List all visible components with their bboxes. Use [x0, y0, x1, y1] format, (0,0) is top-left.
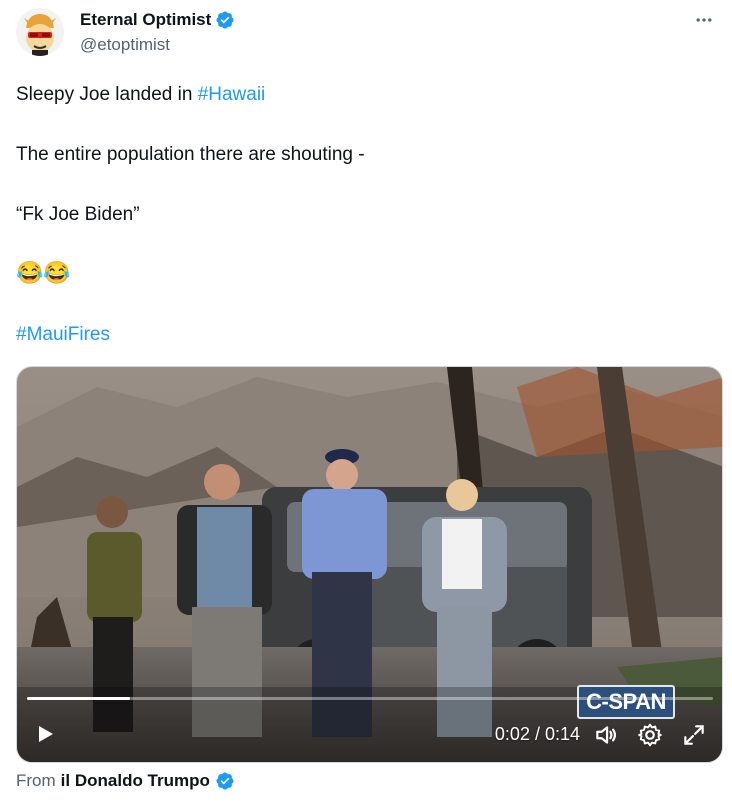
- video-time-display: 0:02 / 0:14: [494, 724, 580, 744]
- video-controls: 0:02 / 0:14: [17, 710, 722, 762]
- tweet-line-1-text: Sleepy Joe landed in: [16, 84, 198, 105]
- video-progress-fill: [27, 697, 130, 700]
- tweet-header: Eternal Optimist @etoptimist: [16, 6, 716, 62]
- avatar[interactable]: [16, 8, 64, 56]
- video-attribution: From il Donaldo Trumpo: [16, 771, 235, 791]
- hashtag-mauifires-link[interactable]: #MauiFires: [16, 322, 110, 348]
- verified-badge-icon: [215, 771, 235, 791]
- tweet-line-1: Sleepy Joe landed in #Hawaii: [16, 82, 265, 108]
- fullscreen-icon[interactable]: [681, 722, 707, 748]
- author-display-name[interactable]: Eternal Optimist: [80, 10, 211, 30]
- video-progress-bar[interactable]: [27, 697, 713, 700]
- attribution-source-link[interactable]: il Donaldo Trumpo: [61, 771, 210, 791]
- tweet-line-3: “Fk Joe Biden”: [16, 204, 140, 225]
- bull-avatar-icon: [16, 8, 64, 56]
- volume-icon[interactable]: [593, 722, 619, 748]
- play-icon[interactable]: [33, 722, 57, 746]
- tweet-line-2: The entire population there are shouting…: [16, 144, 365, 165]
- hashtag-hawaii-link[interactable]: #Hawaii: [198, 84, 266, 105]
- settings-icon[interactable]: [637, 722, 663, 748]
- attribution-prefix: From: [16, 771, 56, 790]
- video-player[interactable]: C-SPAN 0:02 / 0:14: [16, 366, 723, 763]
- verified-badge-icon: [215, 10, 235, 30]
- tweet-emojis: 😂😂: [16, 260, 71, 285]
- more-options-icon[interactable]: [692, 10, 716, 30]
- author-handle[interactable]: @etoptimist: [80, 35, 235, 55]
